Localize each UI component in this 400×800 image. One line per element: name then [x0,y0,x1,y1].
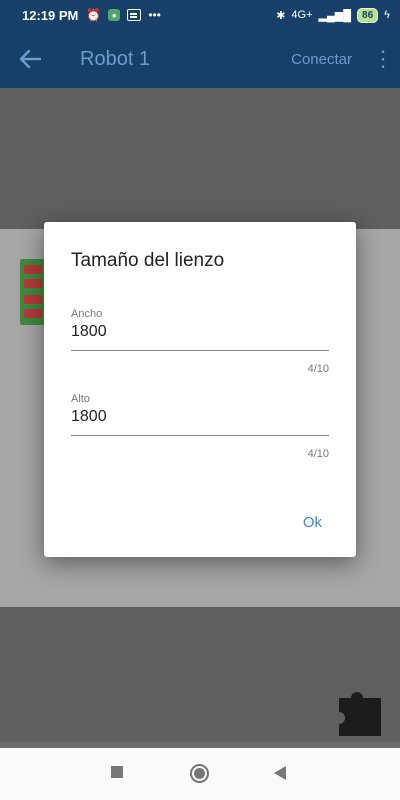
block-item [24,295,42,304]
recents-icon[interactable] [111,766,123,778]
back-arrow-svg [19,49,41,69]
alarm-icon: ⏰ [86,8,102,22]
back-arrow-icon[interactable] [0,30,60,88]
charging-icon: ϟ [384,9,390,21]
height-input[interactable] [71,405,329,436]
puzzle-svg [339,692,381,736]
width-input[interactable] [71,320,329,351]
signal-icon: ▂▄▆█ [318,9,352,22]
more-vert-icon[interactable]: ⋮ [372,46,394,72]
system-nav-bar [0,748,400,800]
dialog-title: Tamaño del lienzo [71,250,225,271]
width-label: Ancho [71,308,103,320]
chat-icon [127,9,142,21]
network-label: 4G+ [291,9,313,21]
connect-button[interactable]: Conectar [291,51,352,68]
height-label: Alto [71,393,90,405]
height-field: Alto 4/10 [71,393,329,460]
more-dots-icon: ••• [148,8,161,22]
canvas-size-dialog: Tamaño del lienzo Ancho 4/10 Alto 4/10 O… [44,222,356,557]
home-icon[interactable] [190,764,209,783]
width-counter: 4/10 [307,363,329,375]
puzzle-icon[interactable] [337,684,383,738]
app-bar: Robot 1 Conectar ⋮ [0,30,400,88]
nav-back-icon[interactable] [274,766,286,780]
block-item [24,279,42,288]
code-blocks-preview[interactable] [20,259,46,325]
status-bar: 12:19 PM ⏰ ● ••• ✱ 4G+ ▂▄▆█ 86 ϟ [0,0,400,30]
height-counter: 4/10 [307,448,329,460]
ok-button[interactable]: Ok [303,514,322,531]
width-field: Ancho 4/10 [71,308,329,375]
block-item [24,265,42,274]
whatsapp-icon: ● [108,9,121,21]
battery-badge: 86 [357,7,379,23]
page-title: Robot 1 [80,47,151,70]
bluetooth-icon: ✱ [276,9,286,22]
status-time: 12:19 PM [22,7,79,23]
block-item [24,309,42,318]
